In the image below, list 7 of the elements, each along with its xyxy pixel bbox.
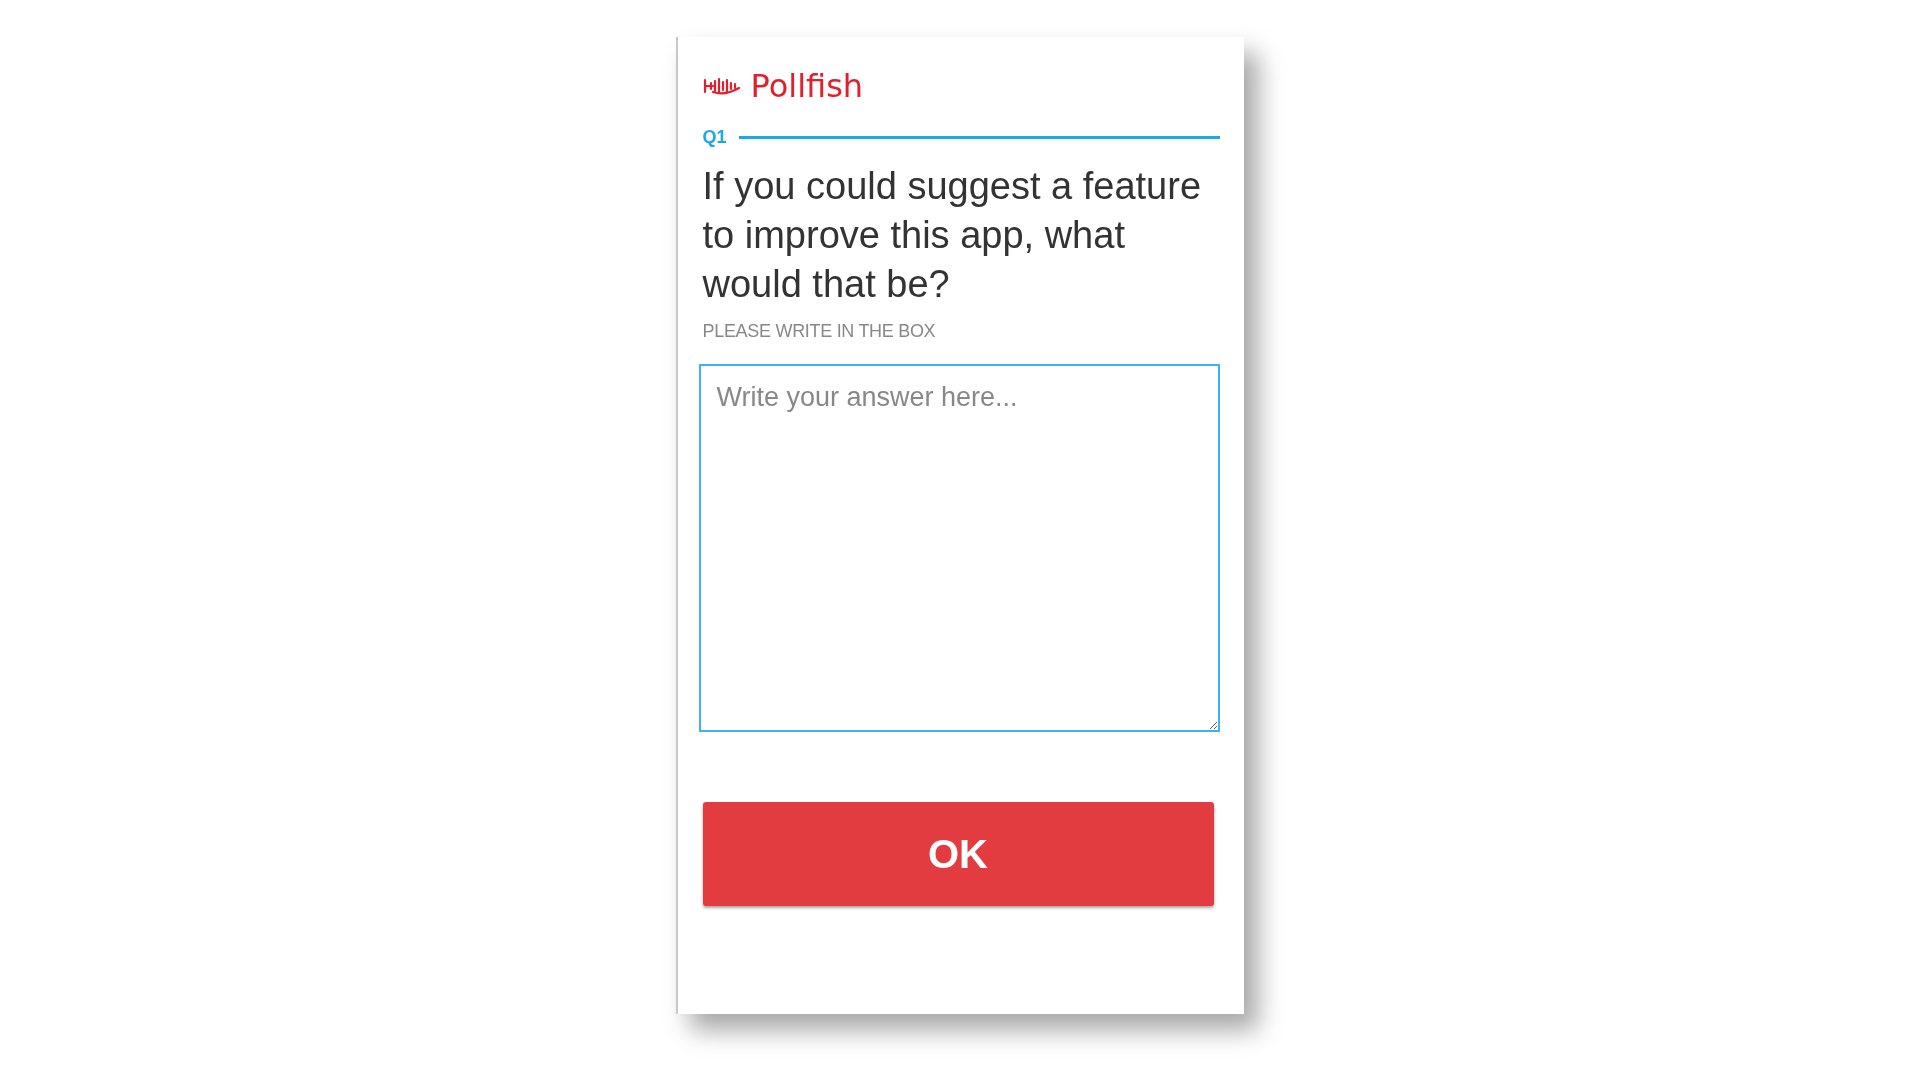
- answer-box[interactable]: Write your answer here...: [698, 364, 1220, 732]
- question-text: If you could suggest a feature to improve this app, what would that be?: [702, 164, 1203, 307]
- ok-button[interactable]: OK: [702, 802, 1214, 906]
- fish-logo-icon: [702, 76, 743, 96]
- brand-name: Pollfish: [750, 67, 864, 105]
- instruction-text: PLEASE WRITE IN THE BOX: [702, 321, 937, 342]
- question-number: Q1: [702, 127, 727, 148]
